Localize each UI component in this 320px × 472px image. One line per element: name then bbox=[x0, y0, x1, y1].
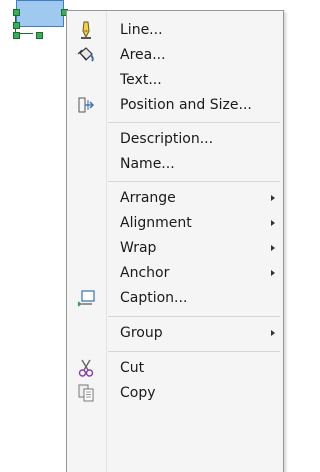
menu-item-label: Position and Size... bbox=[120, 97, 252, 113]
menu-item-label: Group bbox=[120, 325, 163, 341]
menu-item-copy[interactable]: Copy bbox=[68, 381, 282, 405]
menu-separator bbox=[108, 351, 280, 352]
menu-item-label: Description... bbox=[120, 131, 214, 147]
caption-icon bbox=[76, 288, 96, 308]
selected-shape[interactable] bbox=[0, 0, 72, 40]
scissors-icon bbox=[76, 358, 96, 378]
menu-separator bbox=[108, 122, 280, 123]
menu-item-label: Wrap bbox=[120, 240, 157, 256]
menu-item-label: Line... bbox=[120, 22, 163, 38]
submenu-arrow-icon bbox=[271, 220, 275, 226]
menu-item-position-and-size[interactable]: Position and Size... bbox=[68, 93, 282, 117]
submenu-arrow-icon bbox=[271, 195, 275, 201]
copy-icon bbox=[76, 383, 96, 403]
menu-item-group[interactable]: Group bbox=[68, 321, 282, 345]
menu-item-label: Text... bbox=[120, 72, 162, 88]
menu-item-alignment[interactable]: Alignment bbox=[68, 211, 282, 235]
menu-item-label: Arrange bbox=[120, 190, 176, 206]
submenu-arrow-icon bbox=[271, 245, 275, 251]
menu-item-name[interactable]: Name... bbox=[68, 152, 282, 176]
menu-item-cut[interactable]: Cut bbox=[68, 356, 282, 380]
menu-item-label: Copy bbox=[120, 385, 156, 401]
menu-item-label: Name... bbox=[120, 156, 175, 172]
position-size-icon bbox=[76, 95, 96, 115]
pen-icon bbox=[76, 20, 96, 40]
menu-item-caption[interactable]: Caption... bbox=[68, 286, 282, 310]
menu-item-wrap[interactable]: Wrap bbox=[68, 236, 282, 260]
paint-bucket-icon bbox=[76, 45, 96, 65]
context-menu: Line... Area... Text... Position and Siz… bbox=[66, 10, 284, 472]
submenu-arrow-icon bbox=[271, 330, 275, 336]
menu-item-arrange[interactable]: Arrange bbox=[68, 186, 282, 210]
menu-item-anchor[interactable]: Anchor bbox=[68, 261, 282, 285]
menu-item-label: Cut bbox=[120, 360, 145, 376]
resize-handle-bottom-left[interactable] bbox=[13, 32, 20, 39]
menu-separator bbox=[108, 316, 280, 317]
submenu-arrow-icon bbox=[271, 270, 275, 276]
menu-item-area[interactable]: Area... bbox=[68, 43, 282, 67]
resize-handle-bottom-middle[interactable] bbox=[36, 32, 43, 39]
menu-item-label: Anchor bbox=[120, 265, 170, 281]
menu-item-line[interactable]: Line... bbox=[68, 18, 282, 42]
resize-handle-top-left[interactable] bbox=[13, 9, 20, 16]
resize-handle-middle-left[interactable] bbox=[13, 22, 20, 29]
menu-separator bbox=[108, 181, 280, 182]
menu-item-label: Area... bbox=[120, 47, 166, 63]
menu-item-text[interactable]: Text... bbox=[68, 68, 282, 92]
menu-item-label: Caption... bbox=[120, 290, 188, 306]
menu-item-label: Alignment bbox=[120, 215, 192, 231]
menu-item-description[interactable]: Description... bbox=[68, 127, 282, 151]
